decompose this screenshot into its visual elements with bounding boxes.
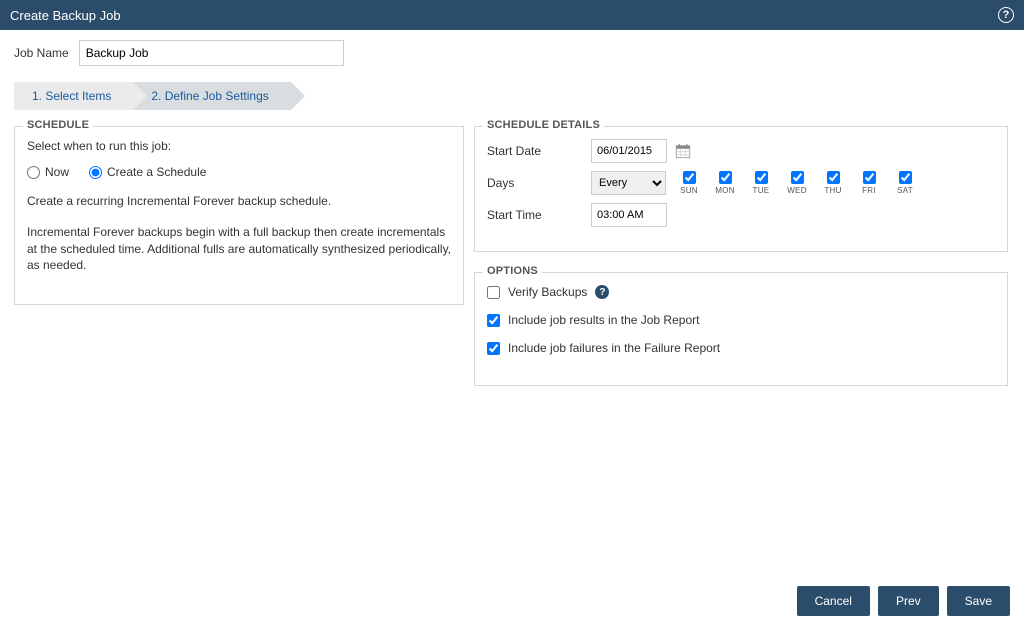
results-row: Include job results in the Job Report <box>487 313 995 327</box>
schedule-desc1: Create a recurring Incremental Forever b… <box>27 193 451 210</box>
results-label: Include job results in the Job Report <box>508 313 699 327</box>
verify-help-icon[interactable]: ? <box>595 285 609 299</box>
day-wed-check[interactable] <box>791 171 804 184</box>
results-check[interactable] <box>487 314 500 327</box>
days-label: Days <box>487 176 591 190</box>
day-thu-check[interactable] <box>827 171 840 184</box>
panels-row: SCHEDULE Select when to run this job: No… <box>14 120 1010 386</box>
day-thu: THU <box>820 171 846 195</box>
schedule-details-fieldset: SCHEDULE DETAILS Start Date Days Every <box>474 126 1008 252</box>
starttime-row: Start Time <box>487 203 995 227</box>
day-sat-check[interactable] <box>899 171 912 184</box>
title-bar: Create Backup Job ? <box>0 0 1024 30</box>
day-sat: SAT <box>892 171 918 195</box>
failures-row: Include job failures in the Failure Repo… <box>487 341 995 355</box>
footer-buttons: Cancel Prev Save <box>797 586 1010 616</box>
day-checks: SUN MON TUE WED THU FRI SAT <box>676 171 918 195</box>
schedule-radio-row: Now Create a Schedule <box>27 165 451 179</box>
day-mon: MON <box>712 171 738 195</box>
schedule-instruction: Select when to run this job: <box>27 139 451 153</box>
details-col: SCHEDULE DETAILS Start Date Days Every <box>474 120 1008 386</box>
help-icon[interactable]: ? <box>998 7 1014 23</box>
radio-now-input[interactable] <box>27 166 40 179</box>
starttime-input[interactable] <box>591 203 667 227</box>
schedule-legend: SCHEDULE <box>23 119 93 131</box>
days-select[interactable]: Every <box>591 171 666 195</box>
failures-label: Include job failures in the Failure Repo… <box>508 341 720 355</box>
day-tue-check[interactable] <box>755 171 768 184</box>
step-define-settings[interactable]: 2. Define Job Settings <box>133 82 290 110</box>
jobname-label: Job Name <box>14 46 69 60</box>
options-fieldset: OPTIONS Verify Backups ? Include job res… <box>474 272 1008 386</box>
day-sun: SUN <box>676 171 702 195</box>
calendar-icon[interactable] <box>673 141 693 161</box>
failures-check[interactable] <box>487 342 500 355</box>
day-tue: TUE <box>748 171 774 195</box>
startdate-input[interactable] <box>591 139 667 163</box>
day-fri-check[interactable] <box>863 171 876 184</box>
options-legend: OPTIONS <box>483 265 542 277</box>
starttime-label: Start Time <box>487 208 591 222</box>
cancel-button[interactable]: Cancel <box>797 586 870 616</box>
verify-row: Verify Backups ? <box>487 285 995 299</box>
dialog-title: Create Backup Job <box>10 8 998 23</box>
schedule-fieldset: SCHEDULE Select when to run this job: No… <box>14 126 464 305</box>
create-backup-dialog: Create Backup Job ? Job Name 1. Select I… <box>0 0 1024 624</box>
day-mon-check[interactable] <box>719 171 732 184</box>
jobname-input[interactable] <box>79 40 344 66</box>
prev-button[interactable]: Prev <box>878 586 939 616</box>
day-wed: WED <box>784 171 810 195</box>
schedule-col: SCHEDULE Select when to run this job: No… <box>14 120 464 386</box>
wizard-steps: 1. Select Items 2. Define Job Settings <box>14 82 1010 110</box>
dialog-body: Job Name 1. Select Items 2. Define Job S… <box>0 30 1024 624</box>
day-sun-check[interactable] <box>683 171 696 184</box>
verify-check[interactable] <box>487 286 500 299</box>
radio-create-schedule[interactable]: Create a Schedule <box>89 165 206 179</box>
days-row: Days Every SUN MON TUE WED THU FRI SAT <box>487 171 995 195</box>
startdate-row: Start Date <box>487 139 995 163</box>
radio-schedule-input[interactable] <box>89 166 102 179</box>
save-button[interactable]: Save <box>947 586 1010 616</box>
radio-now[interactable]: Now <box>27 165 69 179</box>
step-select-items[interactable]: 1. Select Items <box>14 82 133 110</box>
verify-label: Verify Backups <box>508 285 587 299</box>
details-legend: SCHEDULE DETAILS <box>483 119 604 131</box>
jobname-row: Job Name <box>14 40 1010 66</box>
startdate-label: Start Date <box>487 144 591 158</box>
day-fri: FRI <box>856 171 882 195</box>
schedule-desc2: Incremental Forever backups begin with a… <box>27 224 451 274</box>
